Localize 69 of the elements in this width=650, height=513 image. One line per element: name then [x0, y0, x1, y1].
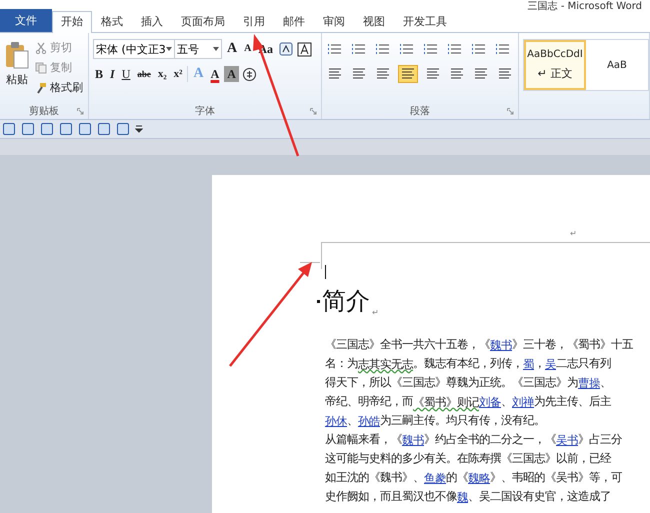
- ribbon-tab[interactable]: 审阅: [314, 11, 354, 32]
- format-button[interactable]: x²: [172, 66, 184, 82]
- link[interactable]: 吴: [545, 359, 556, 371]
- ribbon-tab[interactable]: 引用: [234, 11, 274, 32]
- link[interactable]: 刘禅: [512, 397, 534, 409]
- link[interactable]: 吴书: [556, 435, 578, 447]
- link[interactable]: 刘备: [479, 397, 501, 409]
- paste-button[interactable]: 粘贴: [3, 39, 31, 103]
- window-title: 三国志 - Microsoft Word: [528, 0, 642, 13]
- text-line: 史作阙如，而且蜀汉也不像魏、吴二国设有史官，这造成了: [325, 489, 612, 506]
- copy-icon: [35, 62, 47, 74]
- format-button[interactable]: x₂: [156, 66, 169, 82]
- font-size-field[interactable]: 五号: [174, 39, 222, 59]
- bullet-icon: [317, 300, 320, 303]
- text-line: 得天下，所以《三国志》尊魏为正统。《三国志》为曹操、: [325, 376, 612, 392]
- font-tool-button[interactable]: A: [208, 66, 222, 82]
- text-line: 帝纪、明帝纪，而《蜀书》则记刘备、刘禅为先主传、后主: [325, 394, 612, 411]
- scissors-icon: [35, 42, 47, 54]
- brush-icon: [35, 82, 47, 94]
- paragraph-mark: ↵: [372, 308, 379, 317]
- ribbon-tab[interactable]: 开发工具: [394, 11, 456, 32]
- ribbon-tab[interactable]: 插入: [132, 11, 172, 32]
- link[interactable]: 魏书: [402, 435, 424, 447]
- font-name-field[interactable]: 宋体 (中文正3: [93, 39, 175, 59]
- clipboard-icon: [4, 41, 30, 69]
- link[interactable]: 孙皓: [358, 416, 380, 428]
- text-line: 名：为志其实无志。魏志有本纪，列传，蜀，吴二志只有列: [325, 356, 612, 373]
- text-line: 孙休、孙皓为三嗣主传。均只有传，没有纪。: [325, 413, 546, 430]
- link[interactable]: 孙休: [325, 416, 347, 428]
- link[interactable]: 魏略: [468, 473, 490, 485]
- font-tool-button[interactable]: A: [224, 66, 239, 82]
- group-label: 字体: [195, 104, 215, 118]
- text-line: 如王沈的《魏书》、鱼豢的《魏略》、韦昭的《吴书》等，可: [325, 470, 623, 487]
- ribbon-tab[interactable]: 格式: [92, 11, 132, 32]
- char-border-icon[interactable]: [297, 42, 312, 56]
- enclosed-char-icon[interactable]: [242, 66, 257, 82]
- text-cursor: [325, 265, 326, 279]
- phonetic-guide-icon[interactable]: [278, 41, 294, 57]
- text-line: 从篇幅来看，《魏书》约占全书的二分之一，《吴书》占三分: [325, 432, 623, 449]
- ribbon-tab[interactable]: 视图: [354, 11, 394, 32]
- text-line: 《三国志》全书一共六十五卷，《魏书》三十卷，《蜀书》十五: [325, 338, 634, 354]
- text-line: 这可能与史料的多少有关。在陈寿撰《三国志》以前，已经: [325, 451, 612, 467]
- dropdown-arrow-icon[interactable]: [213, 47, 219, 51]
- justify-icon[interactable]: [398, 65, 418, 83]
- bullet-list-icon[interactable]: [326, 41, 344, 57]
- paragraph-mark: ↵: [570, 229, 577, 238]
- document-heading: 简介: [322, 288, 370, 317]
- dropdown-arrow-icon[interactable]: [166, 47, 172, 51]
- format-button[interactable]: abe: [135, 66, 153, 82]
- link[interactable]: 魏书: [490, 340, 512, 352]
- link[interactable]: 魏: [457, 492, 468, 504]
- customize-dropdown-icon[interactable]: [135, 125, 143, 133]
- ribbon-tab[interactable]: 开始: [52, 11, 92, 33]
- format-button[interactable]: I: [108, 66, 117, 82]
- group-label: 剪贴板: [29, 104, 59, 118]
- link[interactable]: 曹操: [578, 378, 600, 390]
- margin-corner-mark: [300, 262, 320, 263]
- ribbon-tab[interactable]: 文件: [0, 9, 52, 32]
- font-tool-button[interactable]: A: [225, 41, 240, 57]
- font-tool-button[interactable]: A: [242, 41, 254, 57]
- format-painter-button[interactable]: 格式刷: [34, 79, 84, 96]
- format-button[interactable]: U: [120, 66, 132, 82]
- ribbon-tab[interactable]: 邮件: [274, 11, 314, 32]
- format-button[interactable]: B: [93, 66, 106, 82]
- style-preset[interactable]: AaBbCcDdI ↵ 正文: [524, 40, 586, 90]
- link[interactable]: 蜀: [523, 359, 534, 371]
- group-label: 段落: [410, 104, 430, 118]
- link[interactable]: 鱼豢: [424, 473, 446, 485]
- ribbon-tab[interactable]: 页面布局: [172, 11, 234, 32]
